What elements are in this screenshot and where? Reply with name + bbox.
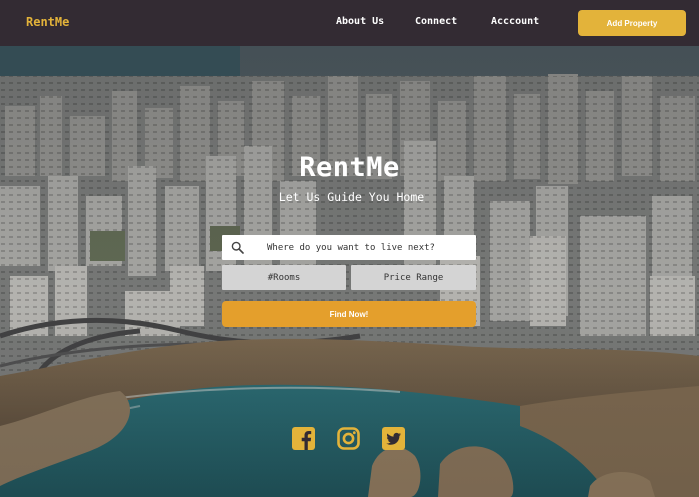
rooms-select[interactable]: #Rooms [222,265,346,290]
twitter-icon[interactable] [382,427,405,450]
location-search-input[interactable] [252,235,472,260]
nav-link-connect[interactable]: Connect [415,16,457,27]
nav-link-about-us[interactable]: About Us [336,16,384,27]
find-now-button[interactable]: Find Now! [222,301,476,327]
brand-logo[interactable]: RentMe [26,15,69,29]
nav-link-account[interactable]: Acccount [491,16,539,27]
hero-title: RentMe [299,152,400,183]
search-box [222,235,476,260]
top-navbar: RentMe About Us Connect Acccount Add Pro… [0,0,699,46]
page: RentMe About Us Connect Acccount Add Pro… [0,0,699,497]
price-range-select[interactable]: Price Range [351,265,476,290]
add-property-button[interactable]: Add Property [578,10,686,36]
search-icon [231,241,244,254]
facebook-icon[interactable] [292,427,315,450]
hero-subtitle: Let Us Guide You Home [278,190,425,204]
instagram-icon[interactable] [337,427,360,450]
